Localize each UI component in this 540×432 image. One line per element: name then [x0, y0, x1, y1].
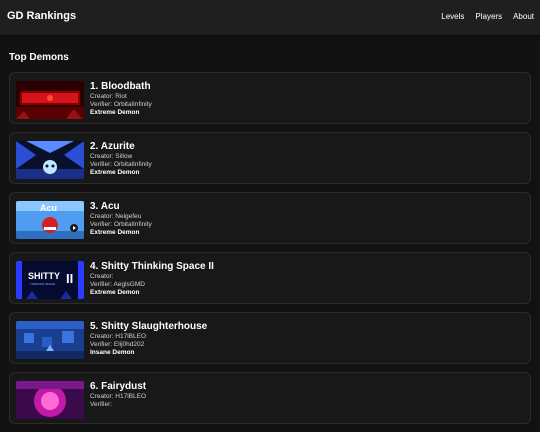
thumbnail-logo-subtext: THINKING SPACE: [30, 282, 55, 286]
level-creator: Creator: Neigefeu: [90, 213, 142, 220]
level-creator: Creator: Riot: [90, 93, 127, 100]
level-thumbnail: [16, 141, 84, 179]
thumbnail-logo-text: Acu: [40, 203, 57, 213]
level-title[interactable]: 2. Azurite: [90, 141, 152, 153]
nav-links: Levels Players About: [441, 12, 534, 21]
level-info: 4. Shitty Thinking Space II Creator: Ver…: [90, 261, 214, 297]
level-thumbnail: [16, 321, 84, 359]
level-difficulty: Insane Demon: [90, 349, 135, 356]
level-difficulty: Extreme Demon: [90, 169, 140, 176]
thumbnail-logo-numeral: II: [66, 271, 73, 286]
level-verifier: Verifier: OrbitalInfinity: [90, 221, 152, 228]
level-card-fairydust[interactable]: 6. Fairydust Creator: H17lBLEO Verifier:: [9, 372, 531, 424]
level-creator: Creator: Sillow: [90, 153, 133, 160]
level-card-bloodbath[interactable]: 1. Bloodbath Creator: Riot Verifier: Orb…: [9, 72, 531, 124]
level-verifier: Verifier: Elij0hd202: [90, 341, 145, 348]
level-verifier: Verifier: OrbitalInfinity: [90, 161, 152, 168]
level-title[interactable]: 6. Fairydust: [90, 381, 146, 393]
level-creator: Creator: H17lBLEO: [90, 333, 147, 340]
level-title[interactable]: 4. Shitty Thinking Space II: [90, 261, 214, 273]
nav-link-players[interactable]: Players: [475, 12, 502, 21]
level-card-shitty-slaughterhouse[interactable]: 5. Shitty Slaughterhouse Creator: H17lBL…: [9, 312, 531, 364]
section-title: Top Demons: [9, 52, 69, 63]
top-navbar: GD Rankings Levels Players About: [0, 0, 540, 35]
level-info: 5. Shitty Slaughterhouse Creator: H17lBL…: [90, 321, 207, 357]
level-card-azurite[interactable]: 2. Azurite Creator: Sillow Verifier: Orb…: [9, 132, 531, 184]
level-difficulty: Extreme Demon: [90, 289, 140, 296]
thumbnail-logo-text: SHITTY: [28, 271, 60, 281]
level-thumbnail: [16, 381, 84, 419]
level-list: 1. Bloodbath Creator: Riot Verifier: Orb…: [9, 72, 531, 432]
app-title[interactable]: GD Rankings: [7, 10, 76, 22]
level-thumbnail: [16, 81, 84, 119]
level-verifier: Verifier:: [90, 401, 113, 408]
nav-link-levels[interactable]: Levels: [441, 12, 464, 21]
level-card-shitty-thinking-space-ii[interactable]: SHITTY THINKING SPACE II 4. Shitty Think…: [9, 252, 531, 304]
nav-link-about[interactable]: About: [513, 12, 534, 21]
level-difficulty: Extreme Demon: [90, 229, 140, 236]
level-info: 2. Azurite Creator: Sillow Verifier: Orb…: [90, 141, 152, 177]
level-thumbnail: Acu: [16, 201, 84, 239]
level-title[interactable]: 5. Shitty Slaughterhouse: [90, 321, 207, 333]
level-verifier: Verifier: OrbitalInfinity: [90, 101, 152, 108]
level-title[interactable]: 3. Acu: [90, 201, 152, 213]
level-creator: Creator: H17lBLEO: [90, 393, 147, 400]
level-difficulty: Extreme Demon: [90, 109, 140, 116]
level-title[interactable]: 1. Bloodbath: [90, 81, 152, 93]
level-creator: Creator:: [90, 273, 114, 280]
level-info: 3. Acu Creator: Neigefeu Verifier: Orbit…: [90, 201, 152, 237]
level-thumbnail: SHITTY THINKING SPACE II: [16, 261, 84, 299]
level-info: 1. Bloodbath Creator: Riot Verifier: Orb…: [90, 81, 152, 117]
level-verifier: Verifier: AeglsGMD: [90, 281, 145, 288]
level-card-acu[interactable]: Acu 3. Acu Creator: Neigefeu Verifier: O…: [9, 192, 531, 244]
